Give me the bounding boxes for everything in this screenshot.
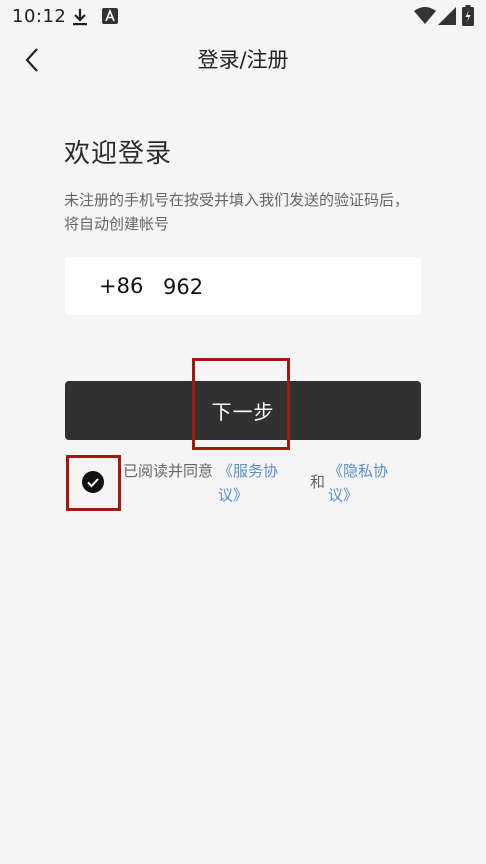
and-text: 和 [310,473,326,491]
welcome-title: 欢迎登录 [64,139,173,169]
country-code[interactable]: +86 [99,274,143,298]
service-agreement-link[interactable]: 《服务协议》 [218,459,290,507]
privacy-agreement-link[interactable]: 《隐私协议》 [328,459,400,507]
phone-field: +86 [65,257,421,315]
status-time: 10:12 [12,6,67,27]
signal-icon [438,7,456,30]
phone-input[interactable] [161,266,405,308]
wifi-icon [414,7,436,30]
status-bar: 10:12 [0,0,486,34]
agree-text: 已阅读并同意 [123,462,214,480]
next-step-label: 下一步 [211,400,275,424]
checkmark-icon [82,478,104,497]
battery-icon [462,5,474,31]
next-step-button[interactable]: 下一步 [65,381,421,440]
nav-bar: 登录/注册 [0,34,486,90]
agree-checkbox[interactable] [82,471,104,493]
download-icon [72,8,88,31]
page-title: 登录/注册 [197,48,289,72]
registration-hint: 未注册的手机号在按受并填入我们发送的验证码后，将自动创建帐号 [64,191,410,233]
notification-app-icon [102,8,118,29]
